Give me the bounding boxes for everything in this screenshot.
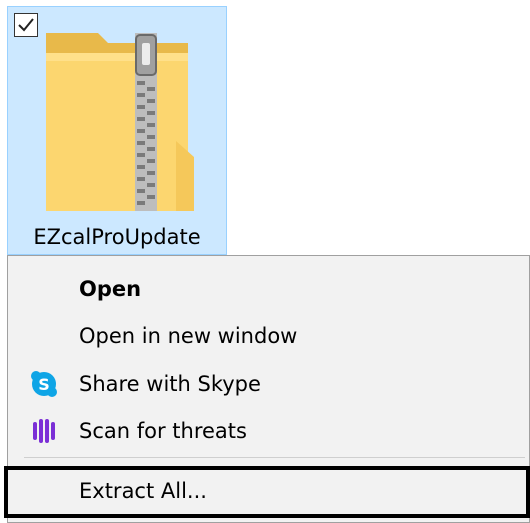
menu-item-share-skype[interactable]: S Share with Skype bbox=[8, 361, 529, 407]
scan-shield-icon bbox=[33, 419, 55, 443]
menu-item-label: Extract All... bbox=[79, 479, 207, 503]
menu-item-open-new-window[interactable]: Open in new window bbox=[8, 313, 529, 359]
menu-item-label: Open in new window bbox=[79, 324, 298, 348]
menu-item-open[interactable]: Open bbox=[8, 266, 529, 312]
menu-separator bbox=[24, 457, 525, 458]
checkmark-icon bbox=[18, 18, 34, 32]
menu-item-label: Open bbox=[79, 277, 142, 301]
selection-checkbox[interactable] bbox=[14, 13, 38, 37]
zip-folder-tile[interactable]: EZcalProUpdate bbox=[7, 6, 227, 255]
menu-item-scan-threats[interactable]: Scan for threats bbox=[8, 408, 529, 454]
context-menu: Open Open in new window S Share with Sky… bbox=[4, 255, 530, 523]
menu-item-extract-all[interactable]: Extract All... bbox=[4, 466, 530, 518]
menu-item-label: Share with Skype bbox=[79, 372, 261, 396]
zip-folder-icon bbox=[46, 33, 194, 211]
menu-item-label: Scan for threats bbox=[79, 419, 247, 443]
svg-text:S: S bbox=[38, 375, 50, 394]
file-name-label: EZcalProUpdate bbox=[33, 225, 201, 249]
skype-icon: S bbox=[31, 371, 57, 397]
